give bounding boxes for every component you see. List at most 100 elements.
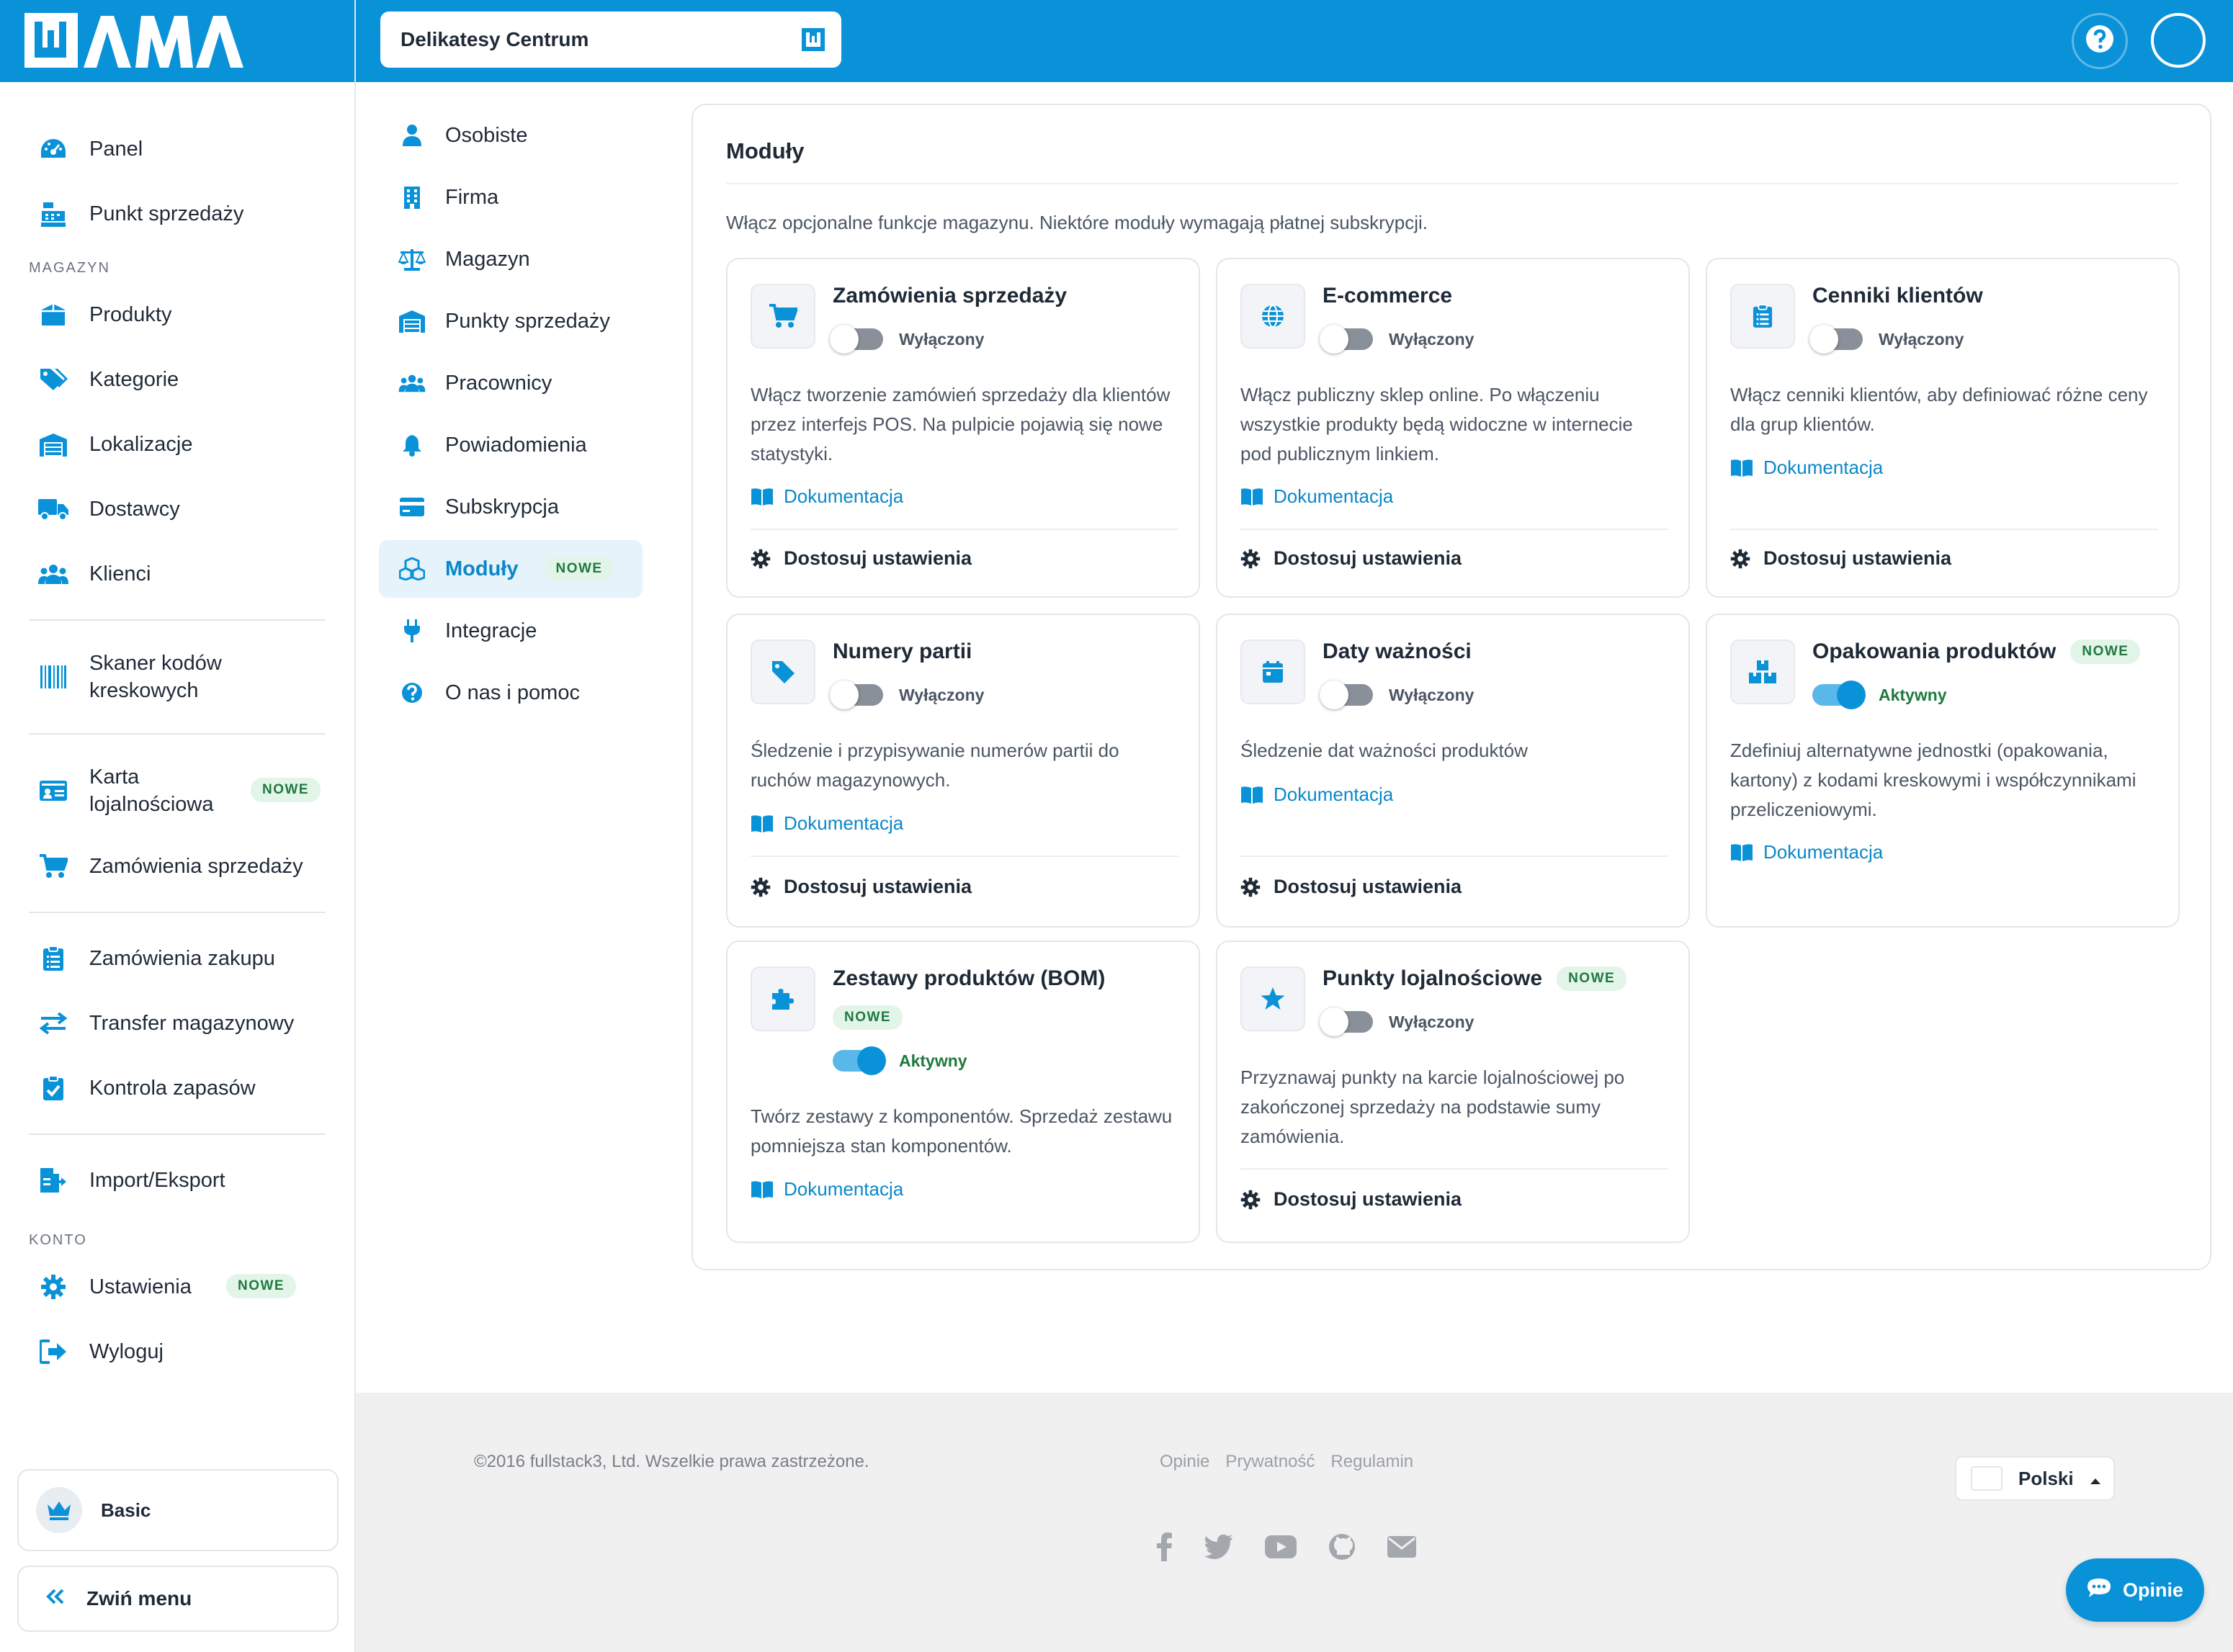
documentation-link[interactable]: Dokumentacja <box>751 1178 903 1200</box>
documentation-link[interactable]: Dokumentacja <box>1730 457 1883 479</box>
social-links <box>1157 1532 1416 1561</box>
customize-settings-button[interactable]: Dostosuj ustawienia <box>1240 547 1462 570</box>
nav-kategorie[interactable]: Kategorie <box>0 347 354 412</box>
sidebar: Panel Punkt sprzedaży MAGAZYN Produkty K… <box>0 0 356 1652</box>
module-title: Zamówienia sprzedaży <box>833 284 1068 307</box>
nav-zamowienia-sprzedazy[interactable]: Zamówienia sprzedaży <box>0 834 354 899</box>
nav-dostawcy-label: Dostawcy <box>89 498 180 521</box>
twitter-icon[interactable] <box>1204 1535 1233 1559</box>
module-divider <box>1240 529 1668 530</box>
nowe-badge: NOWE <box>226 1274 297 1298</box>
footer-links: Opinie Prywatność Regulamin <box>1160 1452 1413 1472</box>
wama-logo[interactable] <box>23 12 254 69</box>
help-button[interactable] <box>2072 13 2128 69</box>
subnav-firma-label: Firma <box>445 185 499 209</box>
nav-kontrola-zapasow[interactable]: Kontrola zapasów <box>0 1056 354 1121</box>
envelope-icon[interactable] <box>1387 1536 1416 1558</box>
toggle-state: Wyłączony <box>1879 329 1964 349</box>
nav-skaner[interactable]: Skaner kodów kreskowych <box>0 634 354 720</box>
nav-pos[interactable]: Punkt sprzedaży <box>0 181 354 246</box>
module-toggle[interactable]: Wyłączony <box>1320 325 1474 354</box>
store-selector[interactable]: Delikatesy Centrum <box>380 12 841 68</box>
module-toggle[interactable]: Aktywny <box>833 1046 967 1075</box>
collapse-menu-button[interactable]: Zwiń menu <box>17 1566 339 1632</box>
footer-link-prywatnosc[interactable]: Prywatność <box>1225 1452 1315 1472</box>
subnav-osobiste[interactable]: Osobiste <box>379 107 643 164</box>
module-divider <box>751 529 1178 530</box>
customize-settings-button[interactable]: Dostosuj ustawienia <box>751 547 972 570</box>
module-toggle[interactable]: Wyłączony <box>1320 681 1474 709</box>
facebook-icon[interactable] <box>1157 1532 1173 1561</box>
module-toggle[interactable]: Wyłączony <box>830 681 984 709</box>
nav-panel[interactable]: Panel <box>0 117 354 181</box>
module-description: Zdefiniuj alternatywne jednostki (opakow… <box>1730 740 2136 820</box>
module-toggle[interactable]: Wyłączony <box>1809 325 1964 354</box>
customize-settings-button[interactable]: Dostosuj ustawienia <box>1730 547 1951 570</box>
nowe-badge: NOWE <box>833 1005 903 1030</box>
nav-import-eksport[interactable]: Import/Eksport <box>0 1148 354 1213</box>
module-title: Opakowania produktów NOWE <box>1812 639 2141 664</box>
subnav-magazyn[interactable]: Magazyn <box>379 230 643 288</box>
module-toggle[interactable]: Aktywny <box>1812 681 1947 709</box>
subnav-osobiste-label: Osobiste <box>445 123 528 147</box>
subnav-integracje[interactable]: Integracje <box>379 602 643 660</box>
subnav-o-nas[interactable]: O nas i pomoc <box>379 664 643 722</box>
question-circle-icon <box>2085 24 2114 58</box>
youtube-icon[interactable] <box>1265 1535 1297 1558</box>
module-title: Zestawy produktów (BOM) <box>833 966 1106 990</box>
store-icon <box>398 307 426 336</box>
nav-dostawcy[interactable]: Dostawcy <box>0 477 354 542</box>
footer-link-regulamin[interactable]: Regulamin <box>1330 1452 1413 1472</box>
github-icon[interactable] <box>1328 1533 1356 1561</box>
footer-link-opinie[interactable]: Opinie <box>1160 1452 1209 1472</box>
footer: ©2016 fullstack3, Ltd. Wszelkie prawa za… <box>356 1393 2233 1652</box>
module-card-daty-waznosci: Daty ważności Wyłączony Śledzenie dat wa… <box>1216 614 1690 928</box>
profile-avatar-button[interactable] <box>2151 13 2206 68</box>
settings-nav: Osobiste Firma Magazyn Punkty sprzedaży … <box>356 82 673 1393</box>
module-toggle[interactable]: Wyłączony <box>830 325 984 354</box>
nav-skaner-label: Skaner kodów kreskowych <box>89 652 222 702</box>
barcode-icon <box>37 661 69 693</box>
feedback-button[interactable]: Opinie <box>2066 1558 2204 1622</box>
book-open-icon <box>751 1180 773 1198</box>
module-card-zestawy-produktow: Zestawy produktów (BOM) NOWE Aktywny Twó… <box>726 941 1200 1243</box>
documentation-link[interactable]: Dokumentacja <box>751 812 903 835</box>
documentation-link[interactable]: Dokumentacja <box>751 485 903 508</box>
nav-ustawienia[interactable]: Ustawienia NOWE <box>0 1254 354 1319</box>
subnav-punkty-sprzedazy[interactable]: Punkty sprzedaży <box>379 292 643 350</box>
caret-up-icon <box>2090 1467 2101 1490</box>
customize-settings-button[interactable]: Dostosuj ustawienia <box>1240 876 1462 898</box>
subnav-moduly[interactable]: Moduły NOWE <box>379 540 643 598</box>
language-selector[interactable]: Polski <box>1955 1456 2115 1501</box>
nav-karta-lojalnosciowa[interactable]: Karta lojalnościowa NOWE <box>0 748 354 834</box>
logo-bar <box>0 0 354 82</box>
subnav-powiadomienia[interactable]: Powiadomienia <box>379 416 643 474</box>
nowe-badge: NOWE <box>251 778 321 802</box>
subnav-subskrypcja-label: Subskrypcja <box>445 495 559 519</box>
customize-settings-button[interactable]: Dostosuj ustawienia <box>1240 1188 1462 1211</box>
balance-scale-icon <box>398 245 426 274</box>
nav-klienci[interactable]: Klienci <box>0 542 354 606</box>
subnav-powiadomienia-label: Powiadomienia <box>445 433 587 457</box>
documentation-link[interactable]: Dokumentacja <box>1730 841 1883 863</box>
collapse-label: Zwiń menu <box>86 1587 192 1610</box>
toggle-state: Wyłączony <box>1389 1012 1475 1031</box>
nav-produkty[interactable]: Produkty <box>0 282 354 347</box>
subnav-firma[interactable]: Firma <box>379 169 643 226</box>
book-open-icon <box>1731 459 1753 477</box>
module-description: Twórz zestawy z komponentów. Sprzedaż ze… <box>751 1105 1173 1157</box>
nav-karta-label: Karta lojalnościowa <box>89 766 214 816</box>
nav-wyloguj[interactable]: Wyloguj <box>0 1319 354 1384</box>
documentation-link[interactable]: Dokumentacja <box>1240 784 1393 806</box>
plan-box[interactable]: Basic <box>17 1469 339 1551</box>
nav-zamowienia-zakupu[interactable]: Zamówienia zakupu <box>0 926 354 991</box>
dashboard-gauge-icon <box>37 133 69 165</box>
subnav-subskrypcja[interactable]: Subskrypcja <box>379 478 643 536</box>
nav-transfer[interactable]: Transfer magazynowy <box>0 991 354 1056</box>
wama-w-icon <box>801 27 825 57</box>
nav-lokalizacje[interactable]: Lokalizacje <box>0 412 354 477</box>
module-toggle[interactable]: Wyłączony <box>1320 1007 1475 1036</box>
documentation-link[interactable]: Dokumentacja <box>1240 485 1393 508</box>
subnav-pracownicy[interactable]: Pracownicy <box>379 354 643 412</box>
customize-settings-button[interactable]: Dostosuj ustawienia <box>751 876 972 898</box>
